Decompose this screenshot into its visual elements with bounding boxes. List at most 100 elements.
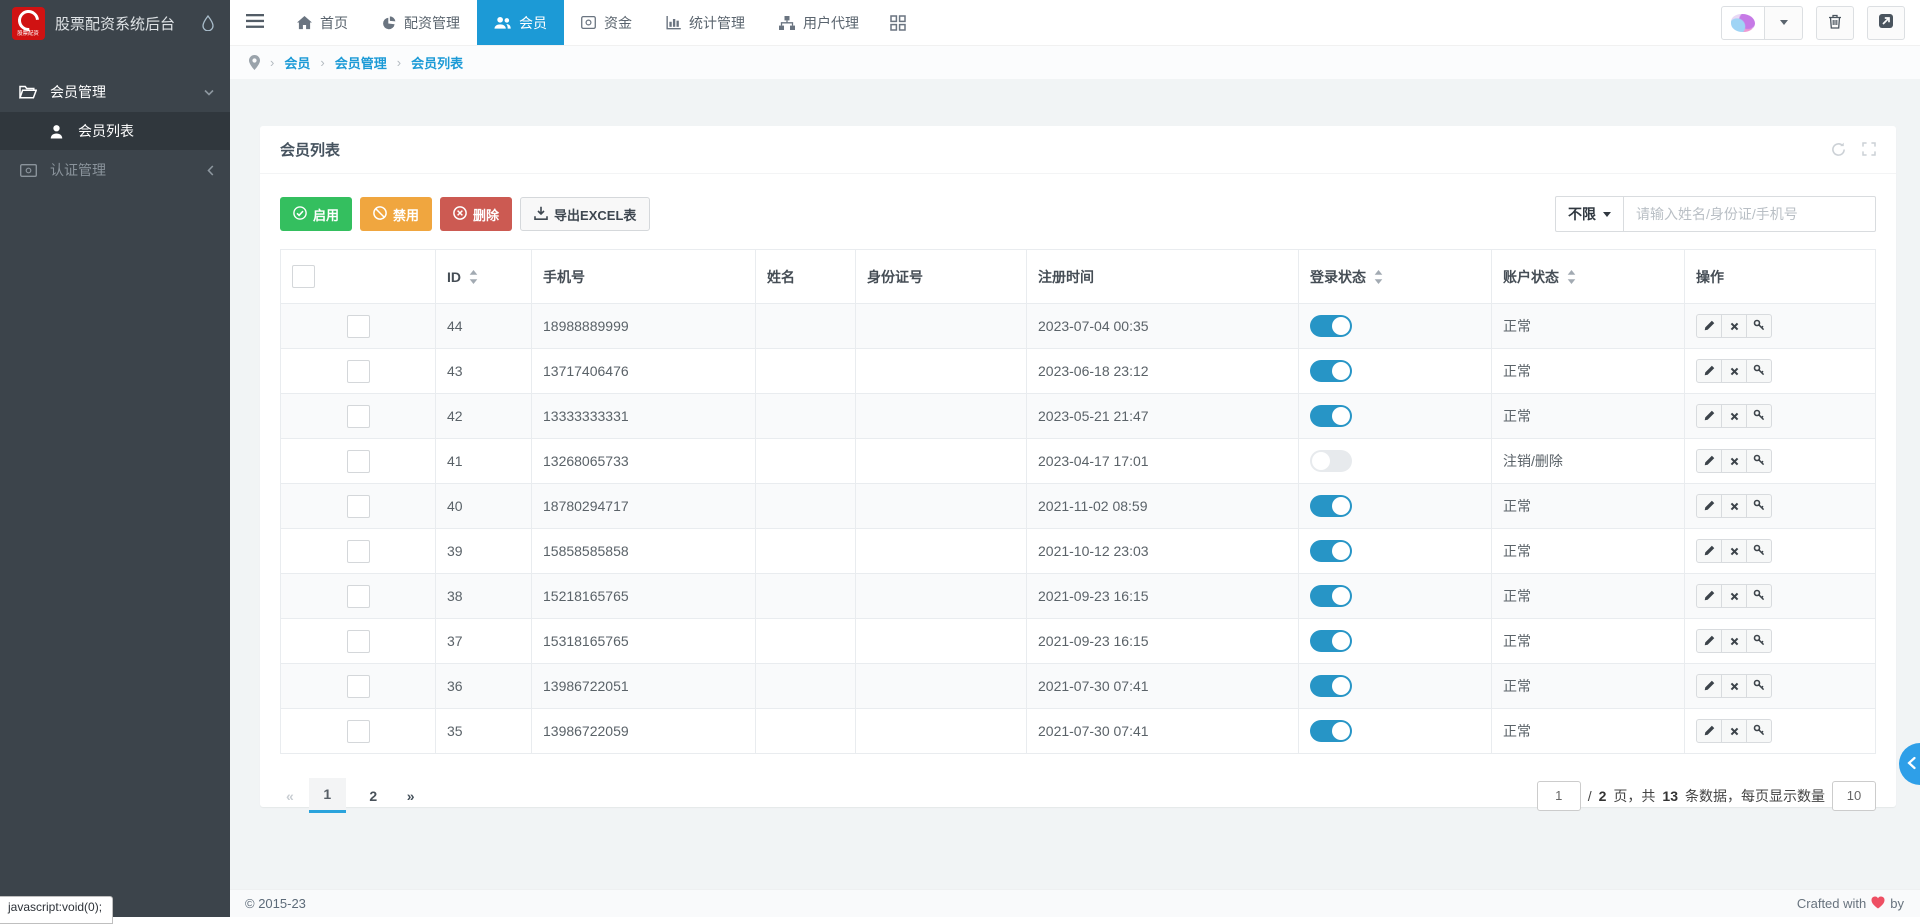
nav-item-1[interactable]: 配资管理	[365, 0, 477, 45]
column-header-checkbox	[281, 250, 436, 304]
row-checkbox[interactable]	[347, 630, 370, 653]
sidebar-toggle-button[interactable]	[230, 0, 280, 45]
reset-password-button[interactable]	[1746, 584, 1772, 608]
login-toggle[interactable]	[1310, 315, 1352, 337]
nav-item-0[interactable]: 首页	[280, 0, 365, 45]
delete-row-button[interactable]	[1721, 404, 1747, 428]
login-toggle[interactable]	[1310, 405, 1352, 427]
edit-button[interactable]	[1696, 674, 1722, 698]
edit-button[interactable]	[1696, 404, 1722, 428]
sort-icon[interactable]	[1567, 270, 1576, 284]
sort-icon[interactable]	[1374, 270, 1383, 284]
edit-button[interactable]	[1696, 539, 1722, 563]
edit-button[interactable]	[1696, 359, 1722, 383]
delete-row-button[interactable]	[1721, 359, 1747, 383]
delete-row-button[interactable]	[1721, 584, 1747, 608]
disable-button[interactable]: 禁用	[360, 197, 432, 231]
current-page-input[interactable]	[1537, 781, 1581, 811]
breadcrumb-link[interactable]: 会员	[284, 53, 310, 72]
page-size-input[interactable]	[1832, 781, 1876, 811]
fullscreen-button[interactable]	[1867, 6, 1905, 40]
column-header-login_status[interactable]: 登录状态	[1299, 250, 1492, 304]
row-checkbox[interactable]	[347, 450, 370, 473]
sidebar-item-0[interactable]: 会员管理	[0, 72, 230, 112]
row-checkbox[interactable]	[347, 675, 370, 698]
login-toggle[interactable]	[1310, 495, 1352, 517]
login-toggle[interactable]	[1310, 360, 1352, 382]
cell-name	[756, 484, 856, 529]
nav-item-2[interactable]: 会员	[477, 0, 564, 45]
edit-button[interactable]	[1696, 719, 1722, 743]
breadcrumb-link[interactable]: 会员列表	[411, 53, 463, 72]
delete-row-button[interactable]	[1721, 494, 1747, 518]
avatar-button[interactable]	[1721, 6, 1765, 40]
delete-row-button[interactable]	[1721, 674, 1747, 698]
edit-button[interactable]	[1696, 584, 1722, 608]
reset-password-button[interactable]	[1746, 674, 1772, 698]
login-toggle[interactable]	[1310, 630, 1352, 652]
breadcrumb-separator: ›	[397, 55, 401, 70]
row-checkbox[interactable]	[347, 540, 370, 563]
edit-button[interactable]	[1696, 314, 1722, 338]
reset-password-button[interactable]	[1746, 719, 1772, 743]
pager-page-1[interactable]: 1	[309, 778, 346, 813]
enable-button[interactable]: 启用	[280, 197, 352, 231]
delete-row-button[interactable]	[1721, 449, 1747, 473]
login-toggle[interactable]	[1310, 540, 1352, 562]
edit-button[interactable]	[1696, 494, 1722, 518]
pager-page-2[interactable]: 2	[355, 778, 392, 813]
column-header-account_status[interactable]: 账户状态	[1492, 250, 1685, 304]
reset-password-button[interactable]	[1746, 539, 1772, 563]
user-menu-caret-button[interactable]	[1765, 6, 1803, 40]
reset-password-button[interactable]	[1746, 449, 1772, 473]
search-type-dropdown[interactable]: 不限	[1555, 196, 1624, 232]
refresh-icon[interactable]	[1831, 142, 1846, 157]
sort-icon[interactable]	[469, 270, 478, 284]
cell-actions	[1685, 484, 1876, 529]
topbar: 股票配资 股票配资系统后台 首页配资管理会员资金统计管理用户代理	[0, 0, 1920, 46]
row-checkbox[interactable]	[347, 315, 370, 338]
brand[interactable]: 股票配资 股票配资系统后台	[0, 0, 230, 46]
row-checkbox[interactable]	[347, 720, 370, 743]
pager-prev[interactable]: «	[280, 788, 300, 804]
trash-button[interactable]	[1816, 6, 1854, 40]
login-toggle[interactable]	[1310, 675, 1352, 697]
sidebar-item-2[interactable]: 认证管理	[0, 150, 230, 190]
sidebar-item-label: 认证管理	[50, 160, 106, 180]
reset-password-button[interactable]	[1746, 629, 1772, 653]
pager-next[interactable]: »	[401, 788, 421, 804]
nav-item-3[interactable]: 资金	[564, 0, 649, 45]
row-checkbox[interactable]	[347, 495, 370, 518]
reset-password-button[interactable]	[1746, 404, 1772, 428]
export-excel-button[interactable]: 导出EXCEL表	[520, 197, 650, 231]
delete-row-button[interactable]	[1721, 719, 1747, 743]
delete-row-button[interactable]	[1721, 314, 1747, 338]
delete-row-button[interactable]	[1721, 629, 1747, 653]
row-checkbox[interactable]	[347, 405, 370, 428]
cell-checkbox	[281, 574, 436, 619]
expand-panel-icon[interactable]	[1862, 142, 1876, 157]
row-checkbox[interactable]	[347, 585, 370, 608]
nav-item-4[interactable]: 统计管理	[649, 0, 762, 45]
total-pages: 2	[1599, 788, 1607, 804]
delete-button[interactable]: 删除	[440, 197, 512, 231]
row-checkbox[interactable]	[347, 360, 370, 383]
select-all-checkbox[interactable]	[292, 265, 315, 288]
login-toggle[interactable]	[1310, 720, 1352, 742]
search-input[interactable]	[1624, 196, 1876, 232]
edit-button[interactable]	[1696, 449, 1722, 473]
login-toggle[interactable]	[1310, 585, 1352, 607]
nav-item-5[interactable]: 用户代理	[762, 0, 876, 45]
delete-row-button[interactable]	[1721, 539, 1747, 563]
sidebar-item-1[interactable]: 会员列表	[0, 112, 230, 150]
reset-password-button[interactable]	[1746, 314, 1772, 338]
edit-button[interactable]	[1696, 629, 1722, 653]
login-toggle[interactable]	[1310, 450, 1352, 472]
drop-icon[interactable]	[202, 15, 214, 31]
breadcrumb-link[interactable]: 会员管理	[335, 53, 387, 72]
nav-item-apps[interactable]	[876, 0, 920, 45]
column-header-id[interactable]: ID	[436, 250, 532, 304]
cell-account-status: 正常	[1492, 709, 1685, 754]
reset-password-button[interactable]	[1746, 494, 1772, 518]
reset-password-button[interactable]	[1746, 359, 1772, 383]
